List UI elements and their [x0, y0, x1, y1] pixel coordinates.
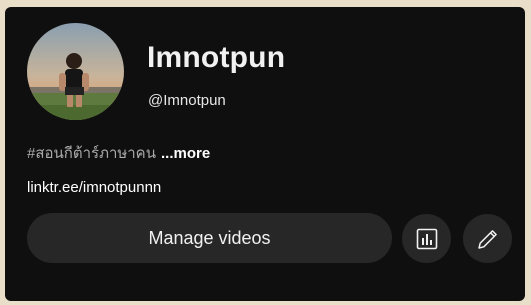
- description-text: #สอนกีต้าร์ภาษาคน: [27, 145, 156, 162]
- analytics-button[interactable]: [402, 214, 451, 263]
- manage-videos-label: Manage videos: [148, 227, 271, 248]
- avatar-image: [27, 23, 124, 120]
- channel-handle: @Imnotpun: [148, 92, 226, 109]
- edit-button[interactable]: [463, 214, 512, 263]
- manage-videos-button[interactable]: Manage videos: [27, 213, 392, 263]
- channel-description[interactable]: #สอนกีต้าร์ภาษาคน ...more: [27, 141, 210, 165]
- avatar[interactable]: [27, 23, 124, 120]
- more-link[interactable]: ...more: [161, 145, 210, 162]
- channel-header: Imnotpun @Imnotpun #สอนกีต้าร์ภาษาคน ...m…: [5, 7, 525, 301]
- analytics-icon: [416, 228, 437, 249]
- pencil-icon: [477, 229, 497, 249]
- channel-name: Imnotpun: [147, 41, 286, 74]
- channel-link[interactable]: linktr.ee/imnotpunnn: [27, 179, 161, 196]
